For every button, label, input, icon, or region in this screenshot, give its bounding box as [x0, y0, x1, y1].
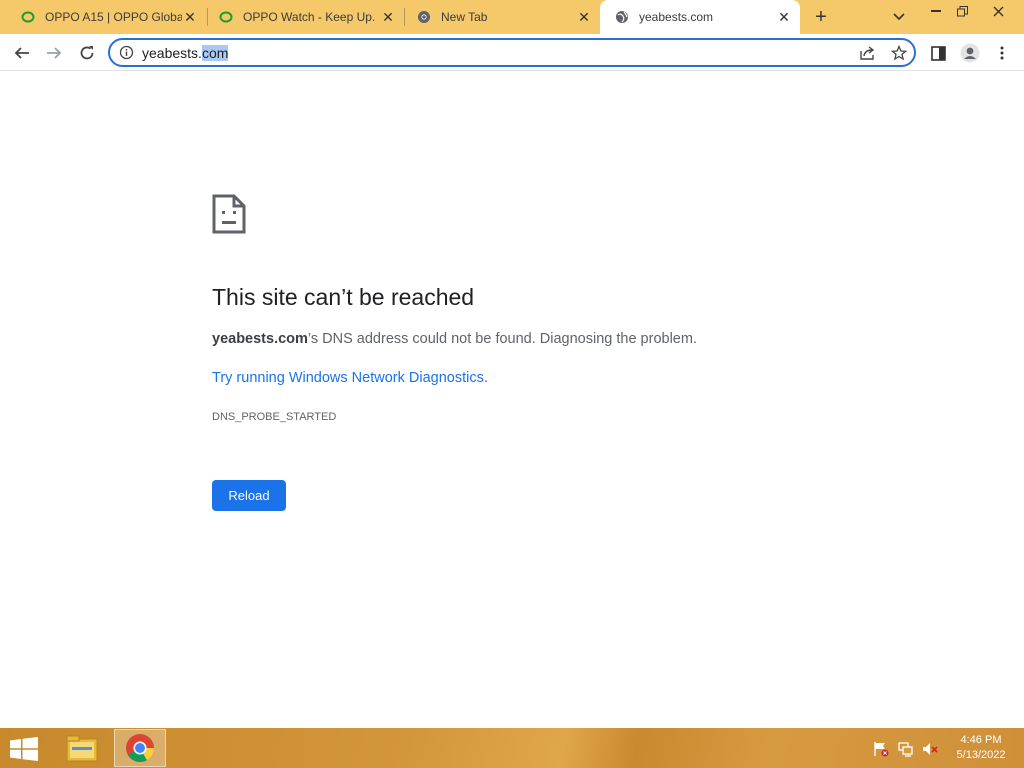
error-description-text: ’s DNS address could not be found. Diagn… [307, 331, 697, 347]
arrow-right-icon [47, 47, 62, 59]
oppo-ring-icon [218, 9, 234, 25]
reload-toolbar-button[interactable] [73, 39, 101, 67]
side-panel-icon [930, 45, 946, 61]
tab-title: OPPO Watch - Keep Up. [243, 10, 376, 24]
error-host: yeabests.com [212, 331, 308, 347]
error-description: yeabests.com’s DNS address could not be … [212, 331, 697, 347]
chevron-down-icon [893, 13, 905, 21]
tab-new-tab[interactable]: New Tab ✕ [402, 0, 600, 34]
back-button[interactable] [8, 39, 36, 67]
info-icon[interactable] [119, 45, 134, 60]
action-center-flag-icon[interactable] [873, 741, 889, 757]
avatar-icon [960, 43, 980, 63]
close-icon[interactable]: ✕ [380, 9, 396, 25]
close-icon[interactable]: ✕ [776, 9, 792, 25]
tab-strip: OPPO A15 | OPPO Global ✕ OPPO Watch - Ke… [0, 0, 1024, 34]
close-window-button[interactable] [982, 0, 1014, 22]
folder-icon [66, 735, 98, 762]
side-panel-button[interactable] [924, 39, 952, 67]
system-clock[interactable]: 4:46 PM 5/13/2022 [946, 733, 1016, 763]
profile-button[interactable] [956, 39, 984, 67]
sad-document-icon [212, 194, 246, 234]
error-title: This site can’t be reached [212, 284, 475, 310]
tab-oppo-watch[interactable]: OPPO Watch - Keep Up. ✕ [204, 0, 404, 34]
file-explorer-button[interactable] [56, 729, 108, 767]
oppo-ring-icon [20, 9, 36, 25]
address-bar[interactable]: yeabests.com [108, 38, 916, 67]
windows-start-icon[interactable] [10, 737, 38, 761]
reload-button[interactable]: Reload [212, 480, 286, 511]
chrome-icon [416, 9, 432, 25]
url-text[interactable]: yeabests.com [142, 45, 229, 61]
network-icon[interactable] [898, 741, 914, 757]
chrome-taskbar-button[interactable] [114, 729, 166, 767]
tab-title: OPPO A15 | OPPO Global [45, 10, 182, 24]
menu-button[interactable] [988, 39, 1016, 67]
new-tab-button[interactable]: + [808, 4, 834, 30]
tab-oppo-a15[interactable]: OPPO A15 | OPPO Global ✕ [6, 0, 206, 34]
close-icon[interactable]: ✕ [576, 9, 592, 25]
volume-muted-icon[interactable] [922, 741, 938, 757]
close-icon[interactable]: ✕ [182, 9, 198, 25]
url-selected: com [201, 45, 229, 61]
clock-date: 5/13/2022 [956, 749, 1006, 761]
error-code: DNS_PROBE_STARTED [212, 411, 337, 423]
diagnostics-period: . [483, 370, 488, 386]
forward-button[interactable] [40, 39, 68, 67]
tab-title: New Tab [441, 10, 488, 24]
restore-button[interactable] [946, 0, 978, 22]
browser-toolbar: yeabests.com [0, 34, 1024, 71]
taskbar: 4:46 PM 5/13/2022 [0, 728, 1024, 768]
clock-time: 4:46 PM [960, 734, 1002, 746]
diagnostics-link-line: Try running Windows Network Diagnostics. [212, 370, 488, 386]
tab-yeabests[interactable]: yeabests.com ✕ [600, 0, 800, 34]
tab-search-button[interactable] [888, 6, 910, 28]
refresh-icon [80, 46, 94, 60]
arrow-left-icon [14, 47, 29, 59]
share-icon[interactable] [858, 44, 876, 62]
url-host: yeabests. [142, 45, 202, 61]
globe-icon [614, 9, 630, 25]
chrome-icon [126, 734, 155, 763]
more-vert-icon [1000, 46, 1004, 60]
diagnostics-link[interactable]: Try running Windows Network Diagnostics [212, 370, 484, 386]
tab-title: yeabests.com [639, 10, 714, 24]
star-icon[interactable] [890, 44, 908, 62]
